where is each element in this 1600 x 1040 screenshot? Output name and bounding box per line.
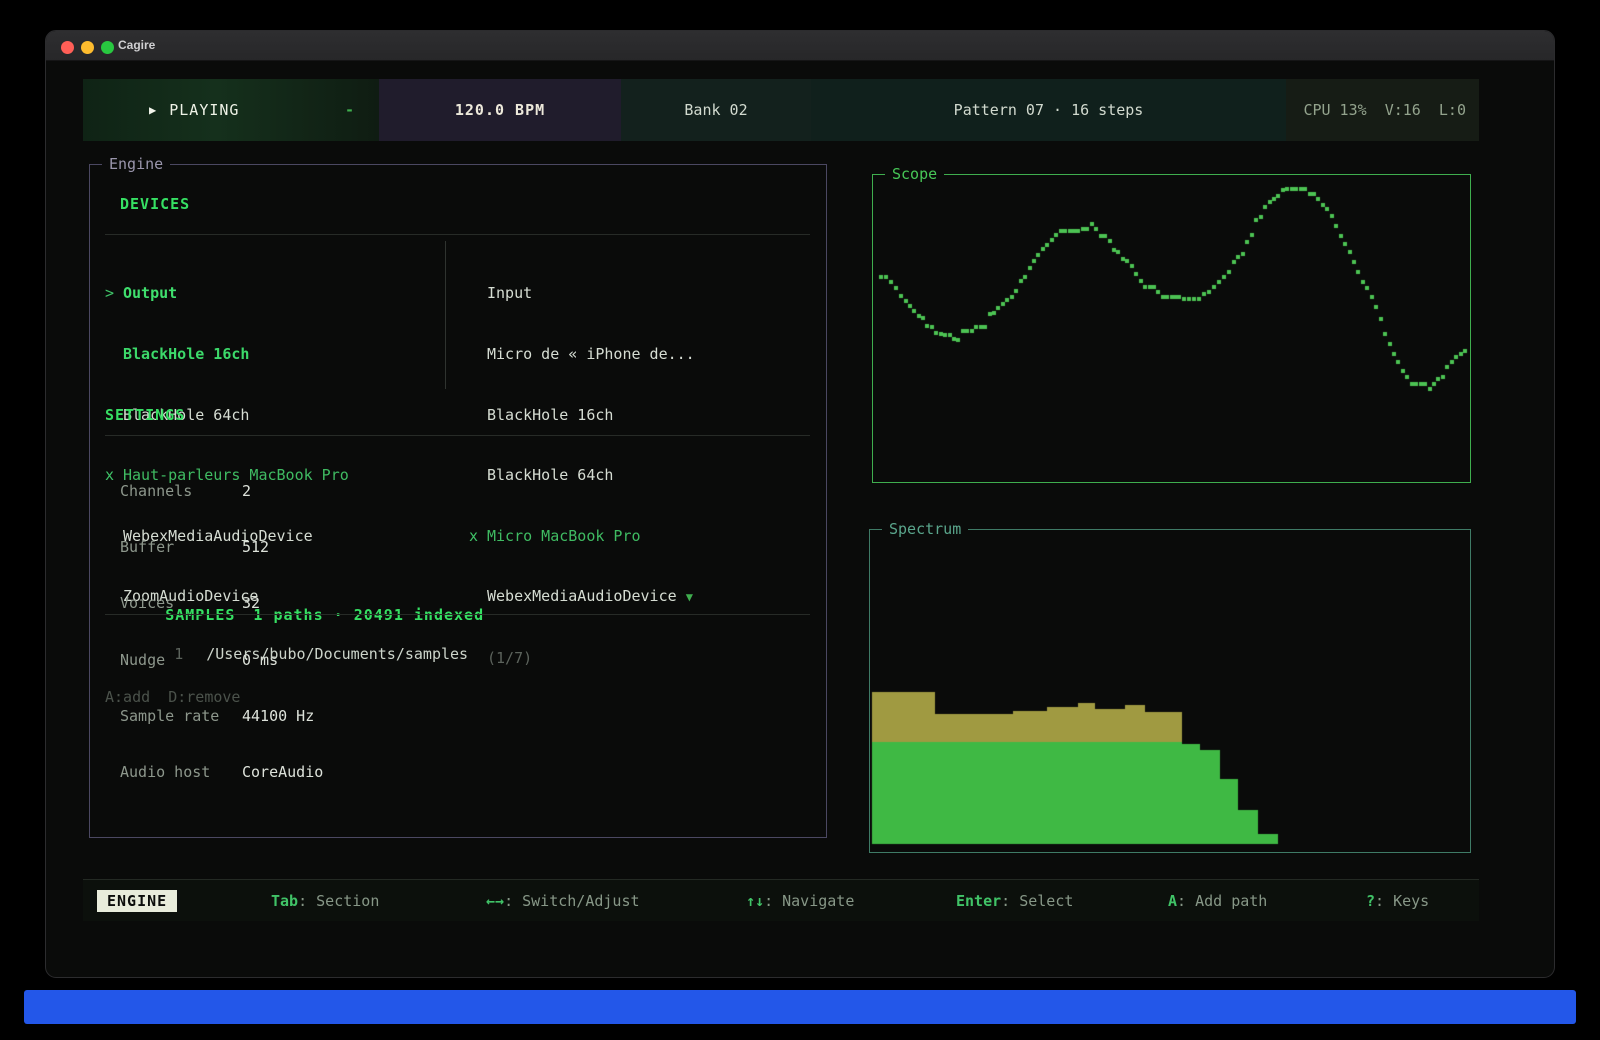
input-device-item[interactable]: Micro de « iPhone de... bbox=[469, 344, 695, 364]
key-hint-enter: Enter: Select bbox=[956, 880, 1073, 921]
key-hint-tab: Tab: Section bbox=[271, 880, 379, 921]
transport-label: PLAYING bbox=[169, 101, 239, 119]
setting-row[interactable]: Sample rate44100 Hz bbox=[120, 706, 323, 726]
spectrum-panel: Spectrum bbox=[869, 529, 1471, 853]
footer-key-bar: ENGINE Tab: Section ←→: Switch/Adjust ↑↓… bbox=[83, 879, 1479, 921]
spectrum-bars-canvas bbox=[870, 530, 1470, 852]
scroll-down-icon: ▼ bbox=[686, 590, 693, 604]
output-list-header: >Output bbox=[105, 283, 349, 303]
bank-display: Bank 02 bbox=[621, 79, 811, 141]
pattern-value: Pattern 07 · 16 steps bbox=[954, 101, 1144, 119]
key-hint-keys: ?: Keys bbox=[1366, 880, 1429, 921]
key-hint-navigate: ↑↓: Navigate bbox=[746, 880, 854, 921]
setting-row[interactable]: Buffer512 bbox=[120, 537, 323, 557]
cursor-icon: > bbox=[105, 283, 123, 303]
scope-panel: Scope bbox=[872, 174, 1471, 483]
close-button[interactable] bbox=[61, 41, 74, 54]
devices-heading: DEVICES bbox=[120, 195, 190, 213]
setting-row[interactable]: Channels2 bbox=[120, 481, 323, 501]
mode-badge: ENGINE bbox=[97, 880, 177, 921]
transport-status: ▶ PLAYING - bbox=[83, 79, 379, 141]
samples-meta: 1 paths · 20491 indexed bbox=[253, 606, 484, 624]
sample-path-row[interactable]: 1/Users/bubo/Documents/samples bbox=[120, 627, 468, 681]
minimize-button[interactable] bbox=[81, 41, 94, 54]
engine-panel: Engine DEVICES >Output BlackHole 16ch Bl… bbox=[89, 164, 827, 838]
divider bbox=[105, 435, 810, 436]
setting-row[interactable]: Audio hostCoreAudio bbox=[120, 762, 323, 782]
key-hint-arrows: ←→: Switch/Adjust bbox=[486, 880, 640, 921]
sample-path-index: 1 bbox=[174, 645, 206, 663]
status-bar: ▶ PLAYING - 120.0 BPM Bank 02 Pattern 07… bbox=[83, 79, 1479, 141]
app-window: Cagire ▶ PLAYING - 120.0 BPM Bank 02 Pat… bbox=[45, 30, 1555, 978]
input-device-list: Input Micro de « iPhone de... BlackHole … bbox=[469, 243, 695, 709]
cpu-voices-latency: CPU 13% V:16 L:0 bbox=[1303, 101, 1466, 119]
output-device-item[interactable]: BlackHole 16ch bbox=[105, 344, 349, 364]
divider bbox=[105, 614, 810, 615]
system-stats: CPU 13% V:16 L:0 bbox=[1286, 79, 1479, 141]
zoom-button[interactable] bbox=[101, 41, 114, 54]
input-list-header: Input bbox=[469, 283, 695, 303]
input-device-item[interactable]: WebexMediaAudioDevice ▼ bbox=[469, 586, 695, 607]
bpm-display: 120.0 BPM bbox=[379, 79, 621, 141]
key-hint-add-path: A: Add path bbox=[1168, 880, 1267, 921]
input-list-pagination: (1/7) bbox=[469, 648, 695, 668]
window-title: Cagire bbox=[118, 38, 155, 52]
column-divider bbox=[445, 241, 446, 389]
sample-path-value: /Users/bubo/Documents/samples bbox=[206, 645, 468, 663]
pattern-display: Pattern 07 · 16 steps bbox=[811, 79, 1286, 141]
scope-waveform-canvas bbox=[873, 175, 1470, 482]
input-device-item[interactable]: BlackHole 16ch bbox=[469, 405, 695, 425]
desktop-accent-strip bbox=[24, 990, 1576, 1024]
engine-panel-title: Engine bbox=[102, 155, 170, 173]
samples-key-hint: A:add D:remove bbox=[105, 688, 240, 706]
bpm-value: 120.0 BPM bbox=[455, 101, 545, 119]
input-device-item[interactable]: xMicro MacBook Pro bbox=[469, 526, 695, 546]
play-icon: ▶ bbox=[149, 103, 157, 117]
bank-value: Bank 02 bbox=[684, 101, 747, 119]
divider bbox=[105, 234, 810, 235]
input-device-item[interactable]: BlackHole 64ch bbox=[469, 465, 695, 485]
beat-tick: - bbox=[345, 79, 355, 141]
settings-heading: SETTINGS bbox=[105, 406, 185, 424]
titlebar: Cagire bbox=[46, 31, 1554, 61]
